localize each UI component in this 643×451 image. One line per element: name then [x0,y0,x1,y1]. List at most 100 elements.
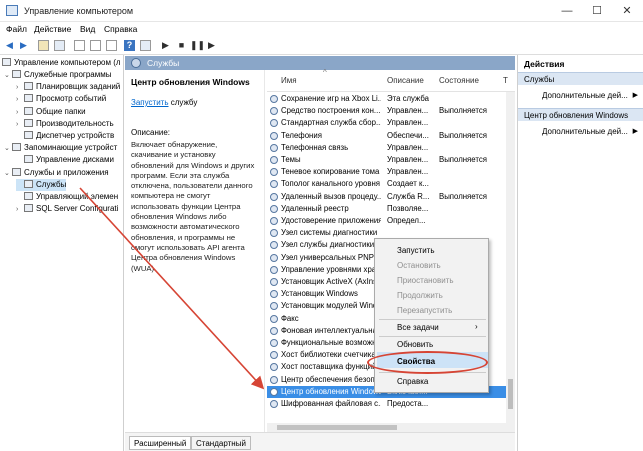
service-gear-icon [270,265,278,274]
node-icon [12,70,21,78]
expanded-chevron-icon[interactable]: ⌄ [4,70,12,82]
service-gear-icon [270,351,278,360]
tree-item-label: Служебные программы [24,70,112,79]
tree-item-label: Управление дисками [36,155,114,165]
tree-item[interactable]: › Производительность [16,118,114,130]
play-icon[interactable]: ▶ [160,40,171,51]
table-row[interactable]: Телефония Обеспечи... Выполняется [267,130,515,142]
table-row[interactable]: Темы Управлен... Выполняется [267,154,515,166]
column-description[interactable]: Описание [387,76,424,85]
actions-section-services[interactable]: Службы [518,72,643,85]
tree-item[interactable]: ⌄ Служебные программы [4,69,111,81]
properties-icon[interactable] [74,40,85,51]
tree-item-label: Общие папки [36,106,86,116]
tree-item[interactable]: › Просмотр событий [16,93,106,105]
vertical-scrollbar[interactable] [506,92,515,423]
menu-view[interactable]: Вид [80,24,95,34]
node-icon [24,179,33,188]
column-state[interactable]: Состояние [439,76,479,85]
table-row[interactable]: Телефонная связь Управлен... [267,142,515,154]
forward-icon[interactable]: ▶ [18,40,29,51]
service-gear-icon [270,400,278,408]
expanded-chevron-icon[interactable]: ⌄ [4,143,12,155]
cell-name: Установщик ActiveX (AxIns... [281,277,381,286]
help-icon[interactable]: ? [124,40,135,51]
collapsed-chevron-icon[interactable]: › [16,119,24,131]
table-row[interactable]: Удаленный реестр Позволяе... [267,203,515,215]
close-button[interactable]: ✕ [612,0,642,22]
stop-icon[interactable]: ■ [176,40,187,51]
tree-item[interactable]: Управление дисками [16,154,114,166]
tab-extended[interactable]: Расширенный [129,436,192,450]
show-tree-icon[interactable] [54,40,65,51]
collapsed-chevron-icon[interactable]: › [16,94,24,106]
restart-icon[interactable]: ▶ [206,40,217,51]
start-service-link-line: Запустить службу [131,98,197,107]
start-service-link[interactable]: Запустить [131,98,169,107]
column-type[interactable]: Т [503,76,508,85]
maximize-button[interactable]: ☐ [582,0,612,22]
pause-icon[interactable]: ❚❚ [190,40,205,51]
cell-state: Выполняется [439,155,487,164]
cell-name: Тополог канального уровня [281,179,381,189]
node-icon [24,94,33,103]
tree-item[interactable]: Службы [16,178,67,191]
menu-action[interactable]: Действие [34,24,71,34]
tree-item-label: Службы и приложения [24,167,109,177]
minimize-button[interactable]: — [552,0,582,22]
table-row[interactable]: Удостоверение приложения Определ... [267,215,515,227]
export-icon[interactable] [90,40,101,51]
table-row[interactable]: Средство построения кон... Управлен... Вып… [267,105,515,117]
table-row[interactable]: Сохранение игр на Xbox Li... Эта служба [267,93,515,105]
more-actions-services-label: Дополнительные дей... [542,91,628,100]
expanded-chevron-icon[interactable]: ⌄ [4,168,12,180]
collapsed-chevron-icon[interactable]: › [16,82,24,94]
table-row[interactable]: Тополог канального уровня Создает к... [267,178,515,190]
service-gear-icon [270,156,278,164]
service-gear-icon [270,387,278,396]
tree-item[interactable]: ⌄ Запоминающие устройст [4,142,117,154]
table-row[interactable]: Шифрованная файловая с... Предоста... [267,398,515,410]
cell-state: Выполняется [439,130,487,140]
node-icon [24,118,33,127]
tree-item[interactable]: › Общие папки [16,106,86,118]
more-actions-services[interactable]: Дополнительные дей... ▶ [542,91,640,100]
tree-item[interactable]: › Планировщик заданий [16,81,120,93]
back-icon[interactable]: ◀ [4,40,15,51]
tab-standard[interactable]: Стандартный [191,436,251,450]
collapsed-chevron-icon[interactable]: › [16,204,24,216]
actions-section-windows-update[interactable]: Центр обновления Windows [518,108,643,121]
tree-item[interactable]: Диспетчер устройств [16,130,114,142]
cell-name: Хост поставщика функций... [281,362,381,372]
tree-item-label: Производительность [36,118,114,128]
refresh-icon[interactable] [106,40,117,51]
node-icon [24,192,33,200]
cell-name: Темы [281,155,301,164]
vertical-scroll-thumb[interactable] [508,379,513,409]
service-gear-icon [270,180,278,189]
collapsed-chevron-icon[interactable]: › [16,107,24,119]
menu-help[interactable]: Справка [104,24,137,34]
tree-item[interactable]: ⌄ Службы и приложения [4,167,109,179]
table-row[interactable]: Теневое копирование тома Управлен... [267,166,515,178]
table-row[interactable]: Удаленный вызов процеду... Служба R... Вып… [267,191,515,203]
table-row[interactable]: Стандартная служба сбор... Управлен... [267,117,515,129]
menu-item-all-tasks[interactable]: Все задачи [397,323,439,332]
console-icon[interactable] [140,40,151,51]
service-gear-icon [270,204,278,213]
submenu-arrow-icon: ▶ [632,128,638,135]
tree-item[interactable]: Управляющий элемен [16,191,118,203]
menu-item-help[interactable]: Справка [397,377,428,386]
up-folder-icon[interactable] [38,40,49,51]
cell-name: Стандартная служба сбор... [281,118,381,128]
tree-item[interactable]: › SQL Server Configurati [16,203,118,215]
horizontal-scroll-thumb[interactable] [277,425,397,430]
menu-item-refresh[interactable]: Обновить [397,340,433,349]
tree-root[interactable]: Управление компьютером (л [2,57,121,69]
horizontal-scrollbar[interactable] [267,423,515,432]
cell-desc: Обеспечи... [387,130,429,140]
column-name[interactable]: Имя [281,76,297,85]
menu-file[interactable]: Файл [6,24,27,34]
menu-item-start[interactable]: Запустить [397,246,435,255]
more-actions-windows-update[interactable]: Дополнительные дей... ▶ [542,127,640,136]
